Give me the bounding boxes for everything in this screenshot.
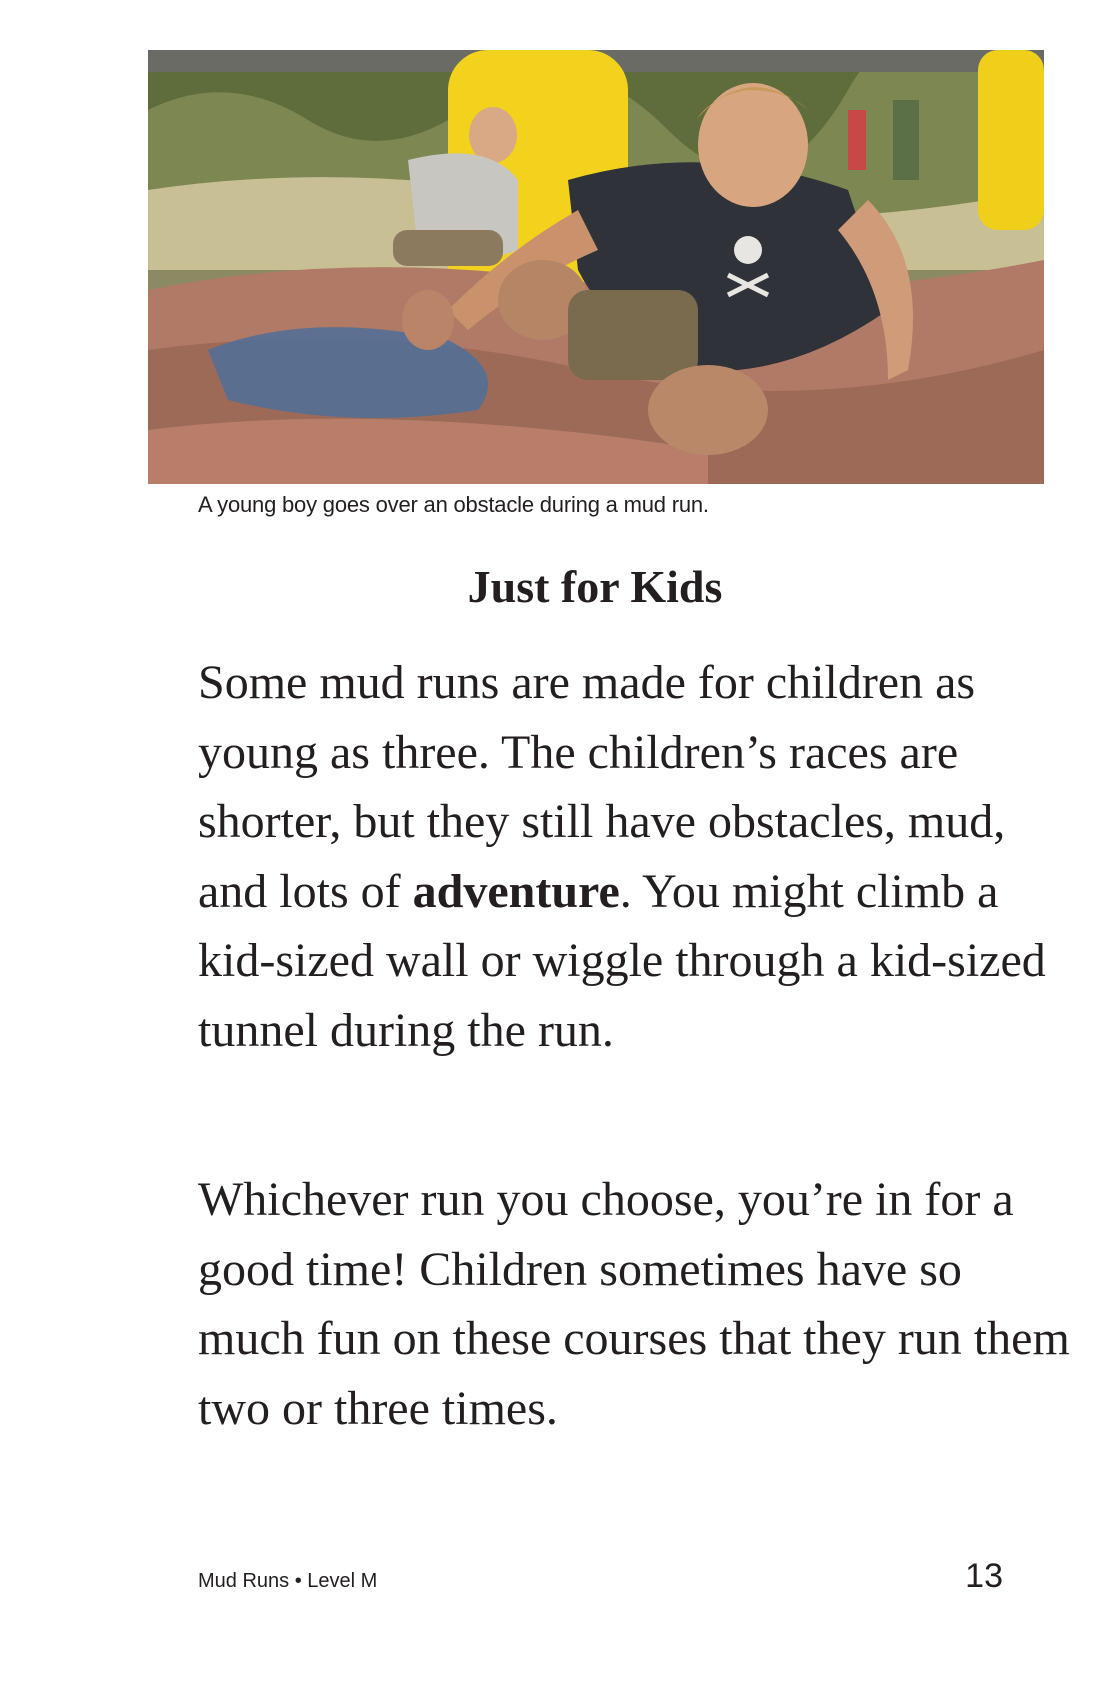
footer-book-title: Mud Runs • Level M xyxy=(198,1570,378,1592)
section-heading: Just for Kids xyxy=(467,561,723,612)
paragraph-2: Whichever run you choose, you’re in for … xyxy=(198,1173,1070,1435)
photo-caption: A young boy goes over an obstacle during… xyxy=(198,492,709,517)
page-number: 13 xyxy=(965,1557,1003,1595)
mud-run-photo-illustration xyxy=(148,50,1044,484)
mud-run-photo xyxy=(148,50,1044,484)
paragraph-1: Some mud runs are made for children as y… xyxy=(198,648,1078,1065)
vocabulary-word-adventure: adventure xyxy=(412,864,620,918)
